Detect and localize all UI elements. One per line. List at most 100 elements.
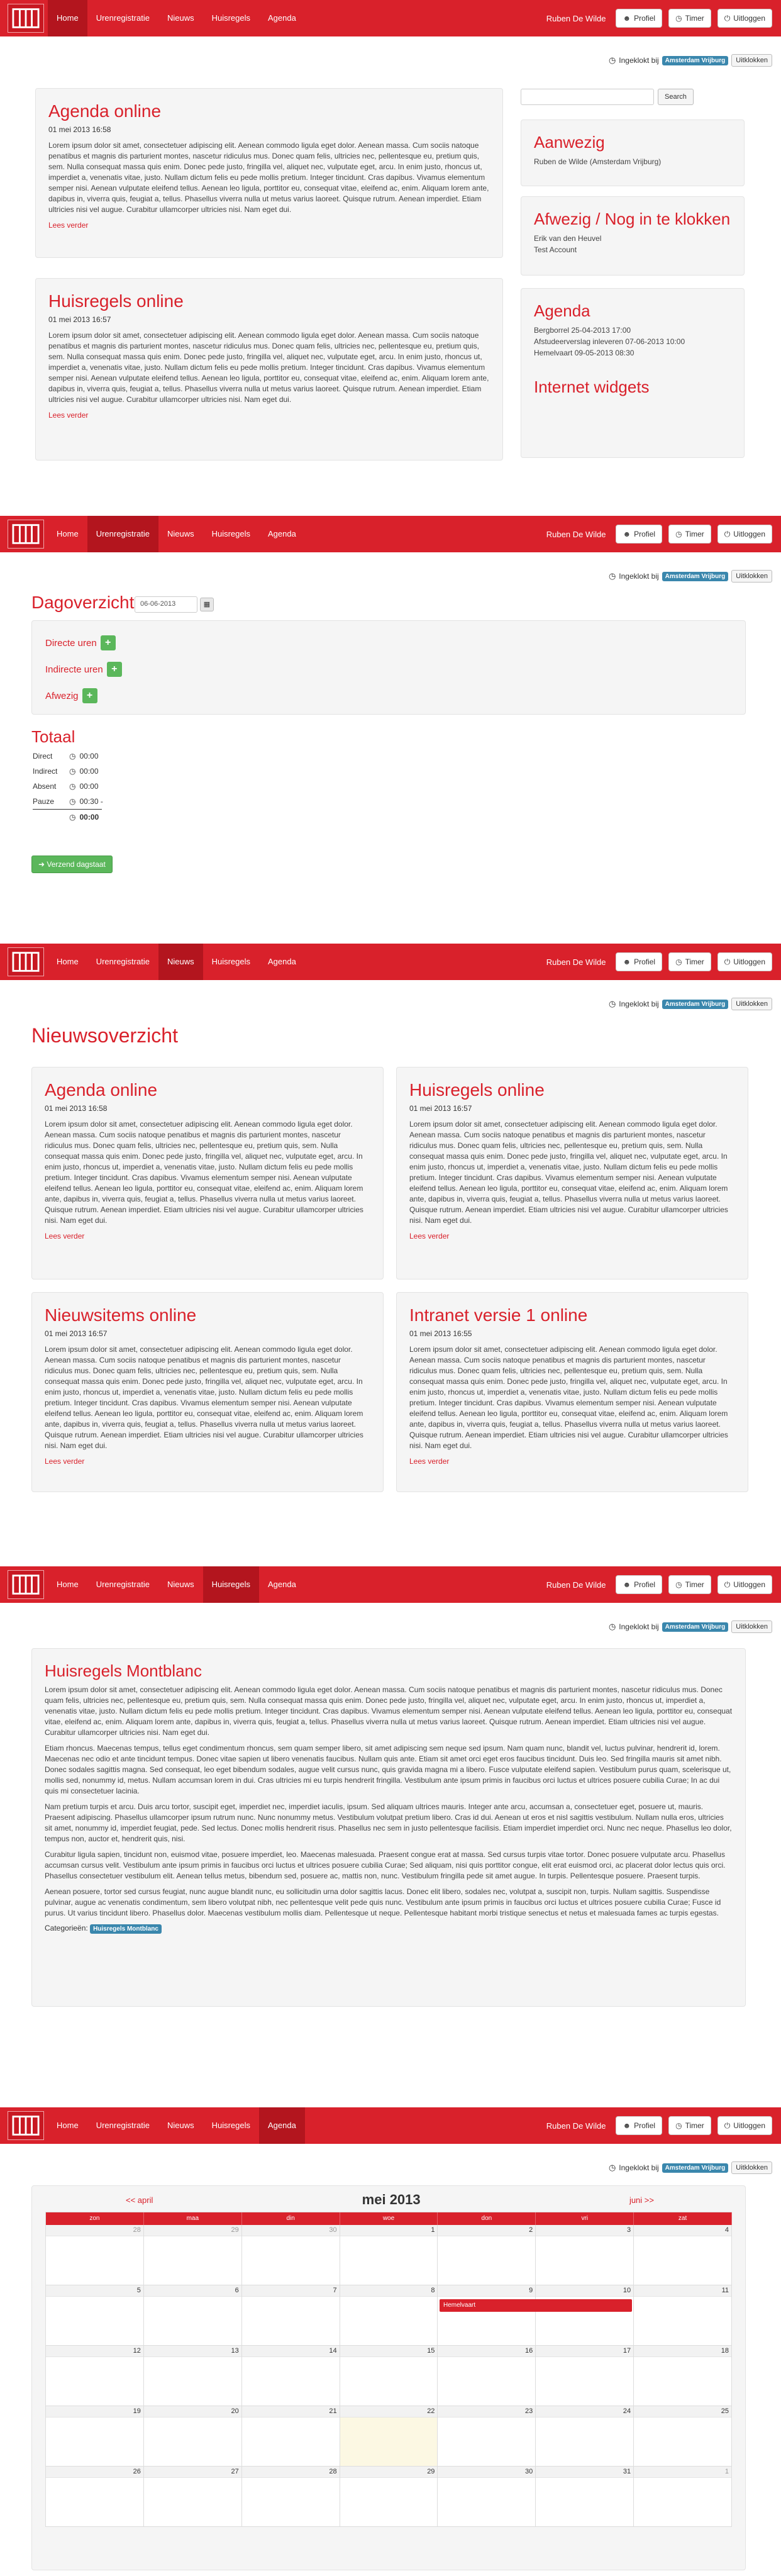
profile-button[interactable]: ☻ Profiel xyxy=(616,9,663,28)
calendar-day[interactable]: 7 xyxy=(241,2285,340,2346)
user-name[interactable]: Ruben De Wilde xyxy=(546,957,606,967)
add-absent-button[interactable]: + xyxy=(82,688,97,703)
submit-timesheet-button[interactable]: ➜ Verzend dagstaat xyxy=(31,856,113,873)
calendar-day[interactable]: 1 xyxy=(340,2225,438,2285)
nav-item[interactable]: Huisregels xyxy=(203,944,259,980)
calendar-day[interactable]: 27 xyxy=(143,2467,242,2527)
news-title[interactable]: Agenda online xyxy=(45,1080,370,1100)
nav-item[interactable]: Agenda xyxy=(259,1566,305,1603)
calendar-day[interactable]: 4 xyxy=(634,2225,733,2285)
calendar-day[interactable]: 23 xyxy=(438,2406,536,2467)
calendar-day[interactable]: 5 xyxy=(46,2285,144,2346)
checkout-button[interactable]: Uitklokken xyxy=(731,1620,772,1633)
profile-button[interactable]: ☻ Profiel xyxy=(616,525,663,544)
logout-button[interactable]: ⏻ Uitloggen xyxy=(717,2116,772,2135)
calendar-day[interactable]: 29 xyxy=(143,2225,242,2285)
nav-item[interactable]: Urenregistratie xyxy=(87,944,158,980)
calendar-day[interactable]: 1 xyxy=(634,2467,733,2527)
checkout-button[interactable]: Uitklokken xyxy=(731,54,772,67)
nav-item[interactable]: Nieuws xyxy=(158,0,203,36)
read-more-link[interactable]: Lees verder xyxy=(48,221,88,230)
profile-button[interactable]: ☻ Profiel xyxy=(616,952,663,971)
add-direct-button[interactable]: + xyxy=(100,635,116,650)
read-more-link[interactable]: Lees verder xyxy=(409,1457,449,1466)
checkout-button[interactable]: Uitklokken xyxy=(731,2161,772,2174)
next-month-link[interactable]: juni >> xyxy=(629,2195,654,2205)
calendar-day[interactable]: 21 xyxy=(241,2406,340,2467)
calendar-day[interactable]: 29 xyxy=(340,2467,438,2527)
nav-item[interactable]: Nieuws xyxy=(158,944,203,980)
calendar-day[interactable]: 6 xyxy=(143,2285,242,2346)
calendar-day[interactable]: 10 xyxy=(536,2285,634,2346)
calendar-day[interactable]: 28 xyxy=(241,2467,340,2527)
calendar-day[interactable]: 14 xyxy=(241,2346,340,2406)
calendar-day[interactable]: 19 xyxy=(46,2406,144,2467)
calendar-day[interactable]: 16 xyxy=(438,2346,536,2406)
calendar-day[interactable]: 18 xyxy=(634,2346,733,2406)
nav-item[interactable]: Agenda xyxy=(259,0,305,36)
timer-button[interactable]: ◷ Timer xyxy=(668,952,711,971)
logout-button[interactable]: ⏻ Uitloggen xyxy=(717,1575,772,1594)
news-title[interactable]: Huisregels online xyxy=(409,1080,735,1100)
add-indirect-button[interactable]: + xyxy=(106,662,122,677)
date-input[interactable]: 06-06-2013 xyxy=(135,596,197,613)
calendar-day[interactable]: 2 xyxy=(438,2225,536,2285)
calendar-day[interactable]: 30 xyxy=(241,2225,340,2285)
nav-item[interactable]: Nieuws xyxy=(158,1566,203,1603)
profile-button[interactable]: ☻ Profiel xyxy=(616,2116,663,2135)
post-title[interactable]: Huisregels online xyxy=(48,291,490,311)
nav-item[interactable]: Nieuws xyxy=(158,2107,203,2144)
timer-button[interactable]: ◷ Timer xyxy=(668,1575,711,1594)
calendar-day[interactable]: 9 xyxy=(438,2285,536,2346)
nav-item[interactable]: Urenregistratie xyxy=(87,2107,158,2144)
nav-item[interactable]: Huisregels xyxy=(203,2107,259,2144)
user-name[interactable]: Ruben De Wilde xyxy=(546,1580,606,1590)
read-more-link[interactable]: Lees verder xyxy=(48,411,88,420)
news-title[interactable]: Intranet versie 1 online xyxy=(409,1305,735,1325)
news-title[interactable]: Nieuwsitems online xyxy=(45,1305,370,1325)
nav-item[interactable]: Urenregistratie xyxy=(87,516,158,552)
logout-button[interactable]: ⏻ Uitloggen xyxy=(717,9,772,28)
logout-button[interactable]: ⏻ Uitloggen xyxy=(717,525,772,544)
read-more-link[interactable]: Lees verder xyxy=(409,1232,449,1241)
logout-button[interactable]: ⏻ Uitloggen xyxy=(717,952,772,971)
post-title[interactable]: Agenda online xyxy=(48,101,490,121)
checkout-button[interactable]: Uitklokken xyxy=(731,998,772,1010)
nav-item[interactable]: Huisregels xyxy=(203,0,259,36)
nav-item[interactable]: Urenregistratie xyxy=(87,0,158,36)
company-logo[interactable] xyxy=(8,2111,44,2140)
user-name[interactable]: Ruben De Wilde xyxy=(546,530,606,539)
calendar-day[interactable]: 30 xyxy=(438,2467,536,2527)
nav-item[interactable]: Urenregistratie xyxy=(87,1566,158,1603)
search-button[interactable]: Search xyxy=(658,89,694,105)
read-more-link[interactable]: Lees verder xyxy=(45,1232,84,1241)
calendar-day[interactable]: 8 xyxy=(340,2285,438,2346)
calendar-day[interactable]: 13 xyxy=(143,2346,242,2406)
company-logo[interactable] xyxy=(8,1570,44,1599)
calendar-day[interactable]: 22 xyxy=(340,2406,438,2467)
search-input[interactable] xyxy=(521,89,654,105)
calendar-day[interactable]: 11 xyxy=(634,2285,733,2346)
company-logo[interactable] xyxy=(8,947,44,976)
calendar-day[interactable]: 20 xyxy=(143,2406,242,2467)
calendar-icon[interactable]: ▦ xyxy=(200,598,214,611)
nav-item[interactable]: Agenda xyxy=(259,944,305,980)
read-more-link[interactable]: Lees verder xyxy=(45,1457,84,1466)
company-logo[interactable] xyxy=(8,520,44,549)
calendar-event[interactable]: Hemelvaart xyxy=(440,2299,632,2312)
timer-button[interactable]: ◷ Timer xyxy=(668,9,711,28)
calendar-day[interactable]: 3 xyxy=(536,2225,634,2285)
prev-month-link[interactable]: << april xyxy=(126,2195,153,2205)
profile-button[interactable]: ☻ Profiel xyxy=(616,1575,663,1594)
nav-item[interactable]: Home xyxy=(48,516,87,552)
nav-item[interactable]: Agenda xyxy=(259,2107,305,2144)
calendar-day[interactable]: 12 xyxy=(46,2346,144,2406)
calendar-day[interactable]: 17 xyxy=(536,2346,634,2406)
category-badge[interactable]: Huisregels Montblanc xyxy=(90,1924,162,1934)
nav-item[interactable]: Home xyxy=(48,2107,87,2144)
user-name[interactable]: Ruben De Wilde xyxy=(546,14,606,23)
user-name[interactable]: Ruben De Wilde xyxy=(546,2121,606,2131)
nav-item[interactable]: Huisregels xyxy=(203,516,259,552)
nav-item[interactable]: Home xyxy=(48,0,87,36)
nav-item[interactable]: Home xyxy=(48,1566,87,1603)
